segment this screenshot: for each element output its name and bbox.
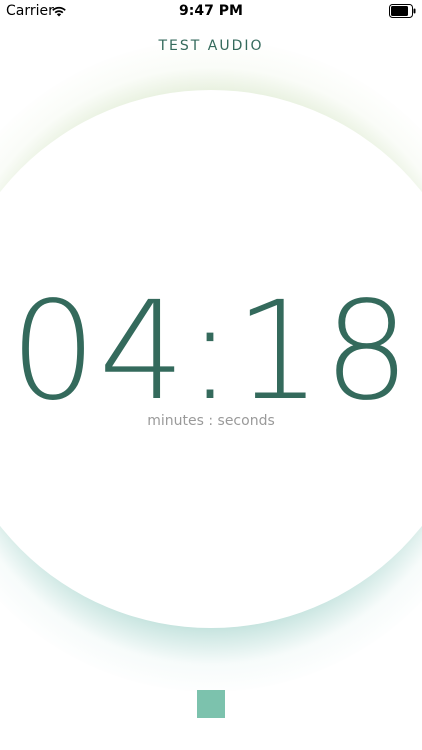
stop-button[interactable]	[197, 690, 225, 718]
status-time: 9:47 PM	[179, 3, 243, 19]
timer-display: 04:18	[10, 273, 412, 431]
status-bar: Carrier 9:47 PM	[0, 0, 422, 24]
timer-units-label: minutes : seconds	[147, 413, 275, 429]
page-title: TEST AUDIO	[158, 38, 264, 54]
timer-screen: Carrier 9:47 PM TEST AUDIO 04:18 minutes…	[0, 0, 422, 750]
battery-icon	[389, 4, 416, 18]
